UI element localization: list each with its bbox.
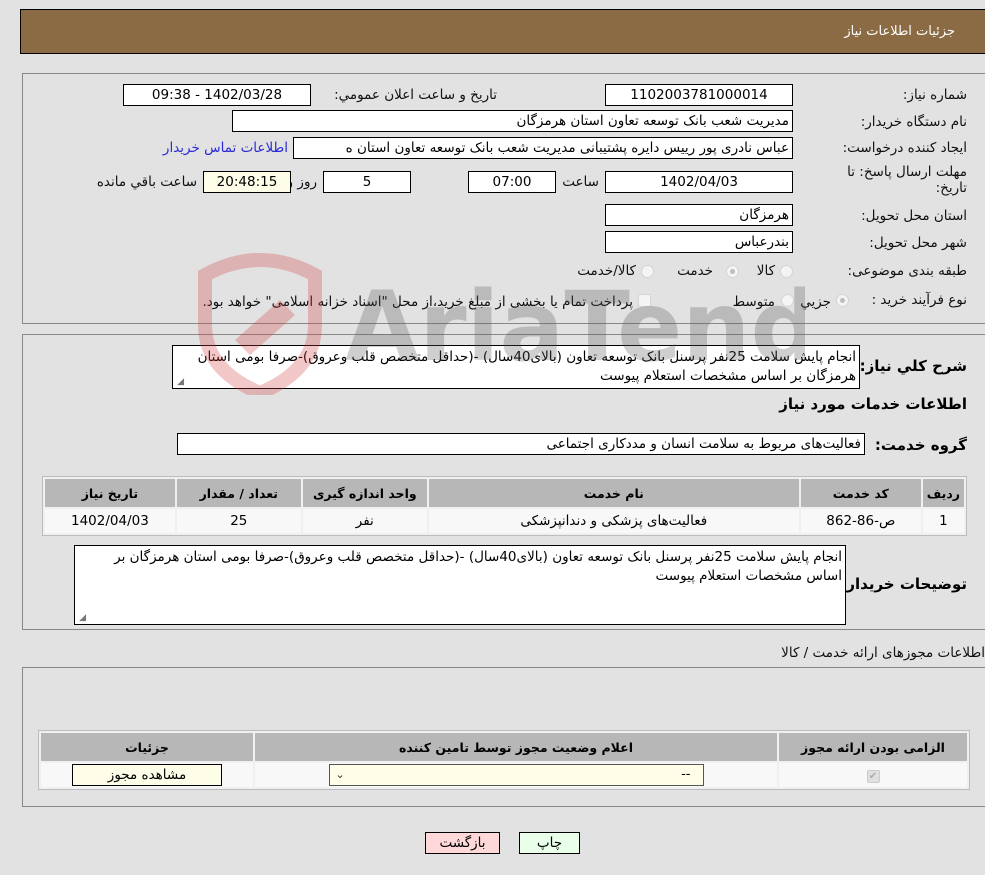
- buyer-contact-link[interactable]: اطلاعات تماس خريدار: [163, 140, 288, 156]
- process-option-minor: جزيي: [800, 294, 831, 310]
- cell-permit-details: مشاهده مجوز: [41, 763, 253, 787]
- creator-field[interactable]: عباس نادری پور رييس دايره پشتيبانی مديري…: [293, 137, 793, 159]
- process-type-label: نوع فرآيند خريد :: [871, 292, 967, 308]
- services-section-title: اطلاعات خدمات مورد نياز: [779, 395, 967, 413]
- cell-row-number: 1: [922, 509, 964, 533]
- deadline-label-line1: مهلت ارسال پاسخ: تا: [847, 164, 967, 180]
- summary-text: انجام پايش سلامت 25نفر پرسنل بانک توسعه …: [197, 349, 856, 384]
- need-number-field[interactable]: 1102003781000014: [605, 84, 793, 106]
- print-button[interactable]: چاپ: [519, 832, 580, 854]
- permits-panel: الزامی بودن ارائه مجوز اعلام وضعيت مجوز …: [22, 667, 985, 807]
- buyer-org-label: نام دستگاه خريدار:: [860, 114, 967, 130]
- col-permit-status: اعلام وضعيت مجوز توسط تامين کننده: [255, 733, 777, 761]
- cell-permit-status: -- ⌄: [255, 763, 777, 787]
- deadline-date-field[interactable]: 1402/04/03: [605, 171, 793, 193]
- category-label: طبقه بندی موضوعی:: [847, 263, 967, 279]
- permit-status-value: --: [681, 767, 691, 782]
- remaining-time-label: ساعت باقي مانده: [96, 174, 197, 190]
- category-option-goods: کالا: [756, 263, 775, 279]
- process-radio-medium[interactable]: [781, 294, 794, 307]
- service-group-field[interactable]: فعاليت‌های مربوط به سلامت انسان و مددکار…: [177, 433, 865, 455]
- deadline-label: مهلت ارسال پاسخ: تا تاريخ:: [847, 164, 967, 196]
- remaining-time-field[interactable]: 20:48:15: [203, 171, 291, 193]
- service-group-label: گروه خدمت:: [874, 436, 967, 454]
- services-table: رديف کد خدمت نام خدمت واحد اندازه گيری ت…: [42, 476, 967, 536]
- cell-unit: نفر: [302, 509, 427, 533]
- permits-table-header: الزامی بودن ارائه مجوز اعلام وضعيت مجوز …: [41, 733, 967, 761]
- creator-label: ايجاد کننده درخواست:: [842, 140, 967, 156]
- page-title: جزئيات اطلاعات نياز: [844, 24, 955, 39]
- city-field[interactable]: بندرعباس: [605, 231, 793, 253]
- treasury-checkbox[interactable]: [638, 294, 651, 307]
- view-permit-button[interactable]: مشاهده مجوز: [72, 764, 222, 786]
- deadline-time-field[interactable]: 07:00: [468, 171, 556, 193]
- summary-textarea[interactable]: انجام پايش سلامت 25نفر پرسنل بانک توسعه …: [172, 345, 860, 389]
- buyer-notes-label: توضيحات خريدار:: [840, 575, 967, 593]
- summary-panel: شرح کلي نياز: انجام پايش سلامت 25نفر پرس…: [22, 334, 985, 630]
- announce-label: تاريخ و ساعت اعلان عمومي:: [334, 87, 497, 103]
- category-option-service: خدمت: [677, 263, 713, 279]
- cell-quantity: 25: [176, 509, 301, 533]
- chevron-down-icon: ⌄: [335, 768, 345, 781]
- col-permit-details: جزئيات: [41, 733, 253, 761]
- summary-label: شرح کلي نياز:: [859, 357, 967, 375]
- buyer-notes-text: انجام پايش سلامت 25نفر پرسنل بانک توسعه …: [114, 549, 842, 584]
- services-table-header: رديف کد خدمت نام خدمت واحد اندازه گيری ت…: [45, 479, 964, 507]
- permit-required-checkbox[interactable]: ✔: [866, 770, 880, 783]
- city-label: شهر محل تحويل:: [869, 235, 967, 251]
- cell-permit-required: ✔: [779, 763, 967, 787]
- announce-datetime-field[interactable]: 1402/03/28 - 09:38: [123, 84, 311, 106]
- category-radio-goods[interactable]: [780, 265, 793, 278]
- treasury-note: پرداخت تمام يا بخشی از مبلغ خريد،از محل …: [202, 294, 633, 310]
- col-service-name: نام خدمت: [428, 479, 799, 507]
- resize-handle-icon[interactable]: ◢: [77, 614, 86, 623]
- process-radio-minor[interactable]: [836, 294, 849, 307]
- page-header: جزئيات اطلاعات نياز: [20, 9, 985, 54]
- resize-handle-icon[interactable]: ◢: [175, 378, 184, 387]
- cell-service-name: فعاليت‌های پزشکی و دندانپزشکی: [428, 509, 799, 533]
- days-label: روز و: [286, 174, 317, 190]
- province-label: استان محل تحويل:: [861, 208, 967, 224]
- category-option-goods-service: کالا/خدمت: [577, 263, 636, 279]
- permit-status-select[interactable]: -- ⌄: [328, 764, 704, 786]
- category-radio-goods-service[interactable]: [641, 265, 654, 278]
- col-unit: واحد اندازه گيری: [302, 479, 427, 507]
- cell-service-code: ص-86-862: [800, 509, 921, 533]
- time-label: ساعت: [562, 174, 599, 190]
- need-number-label: شماره نياز:: [902, 87, 967, 103]
- cell-need-date: 1402/04/03: [45, 509, 175, 533]
- col-permit-required: الزامی بودن ارائه مجوز: [779, 733, 967, 761]
- col-need-date: تاريخ نياز: [45, 479, 175, 507]
- col-service-code: کد خدمت: [800, 479, 921, 507]
- category-radio-service[interactable]: [726, 265, 739, 278]
- days-remaining-field[interactable]: 5: [323, 171, 411, 193]
- buyer-notes-textarea[interactable]: انجام پايش سلامت 25نفر پرسنل بانک توسعه …: [74, 545, 846, 625]
- table-row: 1 ص-86-862 فعاليت‌های پزشکی و دندانپزشکی…: [45, 509, 964, 533]
- col-quantity: تعداد / مقدار: [176, 479, 301, 507]
- col-row-number: رديف: [922, 479, 964, 507]
- back-button[interactable]: بازگشت: [425, 832, 500, 854]
- permits-table: الزامی بودن ارائه مجوز اعلام وضعيت مجوز …: [38, 730, 970, 790]
- province-field[interactable]: هرمزگان: [605, 204, 793, 226]
- deadline-label-line2: تاريخ:: [935, 180, 967, 196]
- buyer-org-field[interactable]: مديريت شعب بانک توسعه تعاون استان هرمزگا…: [232, 110, 793, 132]
- process-option-medium: متوسط: [732, 294, 775, 310]
- table-row: ✔ -- ⌄ مشاهده مجوز: [41, 763, 967, 787]
- permits-section-title: اطلاعات مجوزهای ارائه خدمت / کالا: [781, 645, 985, 661]
- details-panel: شماره نياز: 1102003781000014 تاريخ و ساع…: [22, 73, 985, 324]
